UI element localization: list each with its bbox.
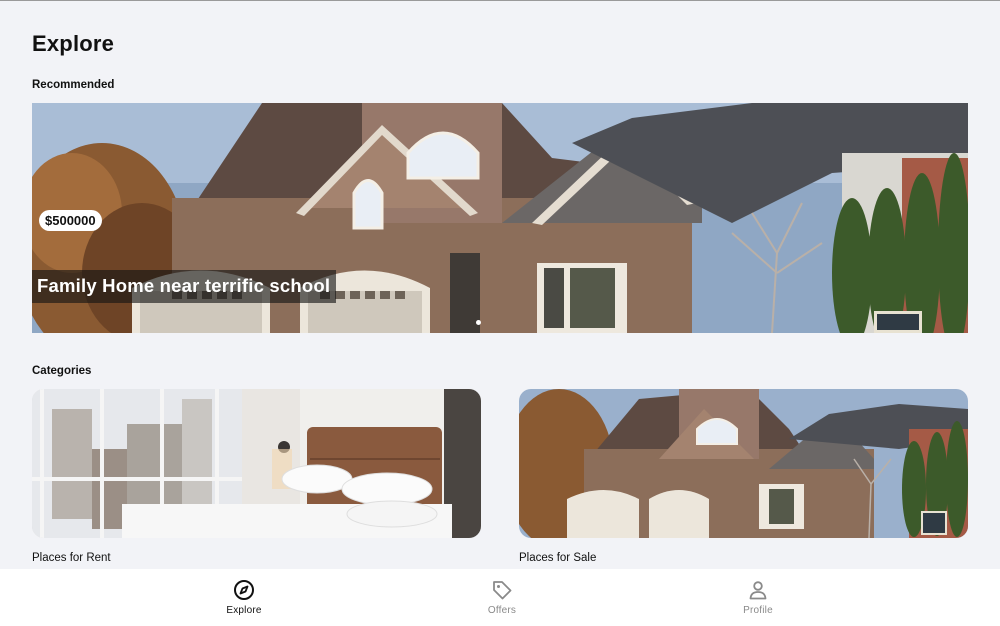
page-title: Explore	[32, 31, 115, 56]
listing-price-badge: $500000	[39, 210, 102, 231]
nav-label-offers: Offers	[487, 605, 517, 616]
listing-title: Family Home near terrific school	[32, 270, 337, 303]
category-card-rent[interactable]	[32, 389, 481, 538]
category-label-sale: Places for Sale	[519, 552, 597, 564]
carousel-page-indicator	[476, 320, 481, 325]
category-label-rent: Places for Rent	[32, 552, 111, 564]
window-top-border	[0, 0, 1000, 1]
nav-label-explore: Explore	[226, 605, 262, 616]
nav-tab-profile[interactable]: Profile	[713, 569, 803, 626]
person-icon	[749, 581, 767, 600]
nav-tab-offers[interactable]: Offers	[457, 569, 547, 626]
compass-icon	[234, 580, 254, 600]
bedroom-photo	[32, 389, 481, 538]
tag-icon	[493, 581, 512, 600]
recommended-listing-card[interactable]: Family Home near terrific school $500000	[32, 103, 968, 333]
house-photo-small	[519, 389, 968, 538]
bottom-navigation-bar: Explore Offers Profile	[0, 569, 1000, 626]
nav-label-profile: Profile	[743, 605, 773, 616]
category-card-sale[interactable]	[519, 389, 968, 538]
nav-tab-explore[interactable]: Explore	[199, 569, 289, 626]
categories-section-label: Categories	[32, 365, 92, 377]
recommended-section-label: Recommended	[32, 79, 115, 91]
